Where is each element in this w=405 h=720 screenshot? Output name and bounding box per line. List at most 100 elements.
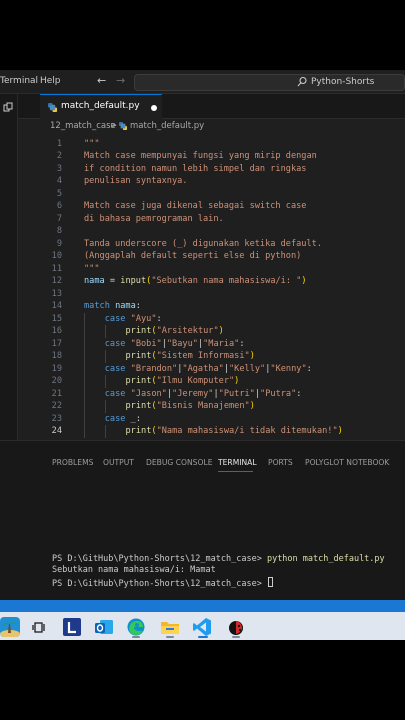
line-number: 2	[56, 151, 62, 161]
terminal-line-3[interactable]: PS D:\GitHub\Python-Shorts\12_match_case…	[52, 577, 273, 589]
code-line[interactable]: 4 penulisan syntaxnya.	[18, 175, 405, 188]
task-view-icon[interactable]	[30, 617, 50, 637]
code-line[interactable]: 11 """	[18, 263, 405, 276]
code-text: (Anggaplah default seperti else di pytho…	[84, 251, 302, 261]
line-number: 15	[51, 313, 62, 324]
panel-tab-terminal[interactable]: TERMINAL	[218, 458, 257, 467]
edge-running-indicator	[132, 636, 140, 638]
code-line[interactable]: 7 di bahasa pemrograman lain.	[18, 213, 405, 226]
terminal-prompt-2: PS D:\GitHub\Python-Shorts\12_match_case…	[52, 579, 262, 589]
command-center[interactable]: Python-Shorts	[134, 74, 405, 91]
code-text: Match case juga dikenal sebagai switch c…	[84, 201, 307, 211]
python-file-icon	[48, 103, 57, 112]
breadcrumb-folder[interactable]: 12_match_case	[50, 121, 116, 131]
code-line[interactable]: 10 (Anggaplah default seperti else di pyt…	[18, 250, 405, 263]
line-number: 17	[51, 338, 62, 349]
line-number: 5	[56, 188, 62, 199]
edge-icon[interactable]	[126, 617, 146, 637]
code-text: """	[84, 263, 100, 274]
tab-label: match_default.py	[61, 101, 140, 111]
line-number: 21	[51, 388, 62, 399]
title-bar: Terminal Help ← → Python-Shorts	[0, 70, 405, 94]
code-text: """	[84, 138, 100, 149]
code-text: nama = input("Sebutkan nama mahasiswa/i:…	[84, 276, 307, 286]
unsaved-dot-icon[interactable]	[151, 105, 157, 111]
line-number: 14	[51, 301, 62, 311]
explorer-running-indicator	[166, 636, 174, 638]
code-text: print("Nama mahasiswa/i tidak ditemukan!…	[125, 426, 343, 436]
code-line[interactable]: 5	[18, 188, 405, 201]
code-line[interactable]: 9 Tanda underscore (_) digunakan ketika d…	[18, 238, 405, 251]
line-number: 12	[51, 276, 62, 286]
line-number: 19	[51, 363, 62, 374]
code-line[interactable]: 16 print("Arsitektur")	[18, 325, 405, 338]
l-app-icon[interactable]	[62, 617, 82, 637]
line-number: 6	[56, 201, 62, 211]
line-number: 1	[56, 138, 62, 149]
app-running-indicator	[232, 636, 240, 638]
code-editor[interactable]: 1 """ 2 Match case mempunyai fungsi yang mi…	[18, 135, 405, 440]
line-number: 20	[51, 376, 62, 386]
code-line[interactable]: 12 nama = input("Sebutkan nama mahasiswa/…	[18, 275, 405, 288]
terminal-command: python match_default.py	[266, 554, 385, 564]
line-number: 22	[51, 401, 62, 411]
activity-bar	[0, 94, 18, 492]
code-line[interactable]: 3 if condition namun lebih simpel dan rin…	[18, 163, 405, 176]
vscode-window: Terminal Help ← → Python-Shorts match_de…	[0, 70, 405, 640]
line-number: 23	[51, 413, 62, 424]
file-explorer-icon[interactable]	[160, 617, 180, 637]
code-line[interactable]: 20 print("Ilmu Komputer")	[18, 375, 405, 388]
tab-match-default[interactable]: match_default.py	[40, 94, 162, 119]
code-line[interactable]: 17 case "Bobi"|"Bayu"|"Maria":	[18, 337, 405, 350]
code-text: if condition namun lebih simpel dan ring…	[84, 163, 307, 174]
code-line[interactable]: 15 case "Ayu":	[18, 312, 405, 325]
code-line[interactable]: 18 print("Sistem Informasi")	[18, 350, 405, 363]
code-text: case "Brandon"|"Agatha"|"Kelly"|"Kenny":	[104, 363, 312, 374]
forward-arrow-icon[interactable]: →	[116, 74, 125, 87]
terminal-output: Sebutkan nama mahasiswa/i: Mamat	[52, 565, 216, 575]
line-number: 3	[56, 163, 62, 174]
command-center-label: Python-Shorts	[311, 77, 375, 87]
code-line[interactable]: 1 """	[18, 138, 405, 151]
panel-tab-polyglot-notebook[interactable]: POLYGLOT NOTEBOOK	[305, 458, 389, 467]
breadcrumb-file[interactable]: match_default.py	[130, 121, 204, 131]
code-line[interactable]: 19 case "Brandon"|"Agatha"|"Kelly"|"Kenn…	[18, 362, 405, 375]
line-number: 8	[56, 226, 62, 236]
tab-bar: match_default.py	[18, 94, 405, 119]
code-text: print("Bisnis Manajemen")	[125, 401, 255, 411]
menu-terminal[interactable]: Terminal	[0, 76, 38, 86]
code-text: case "Ayu":	[104, 313, 162, 324]
code-line[interactable]: 14 match nama:	[18, 300, 405, 313]
code-text: case "Jason"|"Jeremy"|"Putri"|"Putra":	[104, 388, 302, 399]
code-text: penulisan syntaxnya.	[84, 176, 188, 186]
panel-tab-output[interactable]: OUTPUT	[103, 458, 134, 467]
vscode-icon[interactable]	[192, 617, 212, 637]
line-number: 7	[56, 213, 62, 224]
vscode-running-indicator	[198, 636, 208, 638]
outlook-icon[interactable]	[94, 617, 114, 637]
active-tab-indicator	[218, 471, 253, 472]
panel-tab-debug-console[interactable]: DEBUG CONSOLE	[146, 458, 213, 467]
code-line[interactable]: 6 Match case juga dikenal sebagai switch …	[18, 200, 405, 213]
code-text: print("Ilmu Komputer")	[125, 376, 240, 386]
back-arrow-icon[interactable]: ←	[97, 74, 106, 87]
panel-tab-ports[interactable]: PORTS	[268, 458, 293, 467]
ladybug-app-icon[interactable]	[226, 617, 246, 637]
code-line[interactable]: 24 print("Nama mahasiswa/i tidak ditemuk…	[18, 425, 405, 438]
taskbar-accent-strip	[0, 600, 405, 612]
breadcrumb-separator: >	[110, 121, 118, 131]
code-line[interactable]: 22 print("Bisnis Manajemen")	[18, 400, 405, 413]
landscape-widget-icon[interactable]	[0, 617, 20, 637]
line-number: 13	[51, 288, 62, 299]
code-line[interactable]: 2 Match case mempunyai fungsi yang mirip …	[18, 150, 405, 163]
menu-help[interactable]: Help	[40, 76, 61, 86]
code-line[interactable]: 21 case "Jason"|"Jeremy"|"Putri"|"Putra"…	[18, 387, 405, 400]
panel-tab-problems[interactable]: PROBLEMS	[52, 458, 93, 467]
code-line[interactable]: 8	[18, 225, 405, 238]
code-text: print("Arsitektur")	[125, 326, 224, 336]
search-icon	[297, 76, 307, 87]
code-line[interactable]: 23 case _:	[18, 412, 405, 425]
terminal-prompt: PS D:\GitHub\Python-Shorts\12_match_case…	[52, 554, 262, 564]
code-line[interactable]: 13	[18, 288, 405, 301]
copy-files-icon[interactable]	[3, 102, 13, 112]
